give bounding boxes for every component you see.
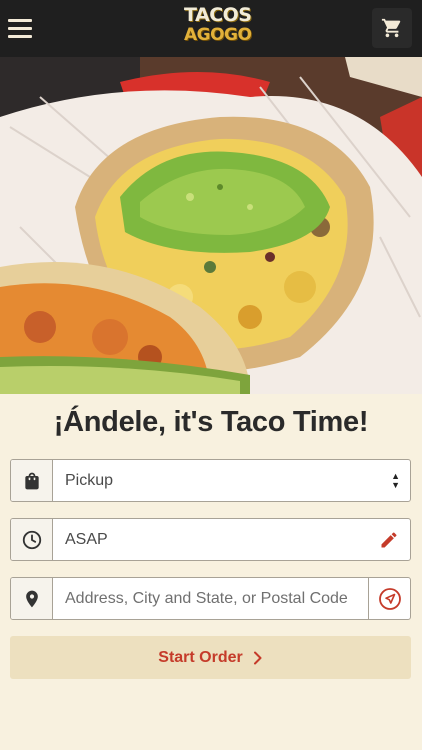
pickup-time-value: ASAP: [65, 530, 108, 548]
use-current-location-button[interactable]: [368, 578, 410, 619]
pickup-time-value-area[interactable]: ASAP: [53, 519, 368, 560]
tacos-agogo-logo[interactable]: TACOS AGOGO: [184, 4, 252, 50]
edit-time-button[interactable]: [368, 519, 410, 560]
order-type-selected: Pickup: [65, 471, 114, 489]
top-navigation-bar: TACOS AGOGO: [0, 0, 422, 57]
logo-line-1: TACOS: [184, 4, 252, 26]
navigation-arrow-icon: [378, 587, 401, 610]
time-icon-cell: [11, 519, 53, 560]
hamburger-menu-icon[interactable]: [8, 14, 36, 42]
order-type-icon-cell: [11, 460, 53, 501]
shopping-bag-icon: [24, 472, 39, 489]
address-field[interactable]: Address, City and State, or Postal Code: [10, 577, 411, 620]
start-order-button[interactable]: Start Order: [10, 636, 411, 679]
address-input[interactable]: Address, City and State, or Postal Code: [53, 578, 368, 619]
order-type-select[interactable]: Pickup ▲ ▼: [10, 459, 411, 502]
hero-taco-photo: [0, 57, 422, 394]
address-placeholder: Address, City and State, or Postal Code: [65, 589, 348, 607]
logo-line-2: AGOGO: [184, 25, 252, 45]
shopping-cart-icon: [381, 18, 401, 38]
pencil-icon: [381, 531, 397, 547]
menu-bar-line: [8, 18, 32, 22]
shopping-cart-button[interactable]: [372, 8, 412, 48]
chevron-right-icon: [253, 651, 262, 664]
taco-illustration: [0, 57, 422, 394]
select-caret-icon: ▲ ▼: [391, 471, 400, 490]
clock-icon: [22, 530, 41, 549]
order-type-value-area[interactable]: Pickup ▲ ▼: [53, 460, 410, 501]
pickup-time-field[interactable]: ASAP: [10, 518, 411, 561]
address-icon-cell: [11, 578, 53, 619]
menu-bar-line: [8, 26, 32, 30]
menu-bar-line: [8, 34, 32, 38]
location-pin-icon: [25, 590, 38, 607]
page-headline: ¡Ándele, it's Taco Time!: [53, 406, 369, 438]
start-order-label: Start Order: [158, 648, 243, 666]
